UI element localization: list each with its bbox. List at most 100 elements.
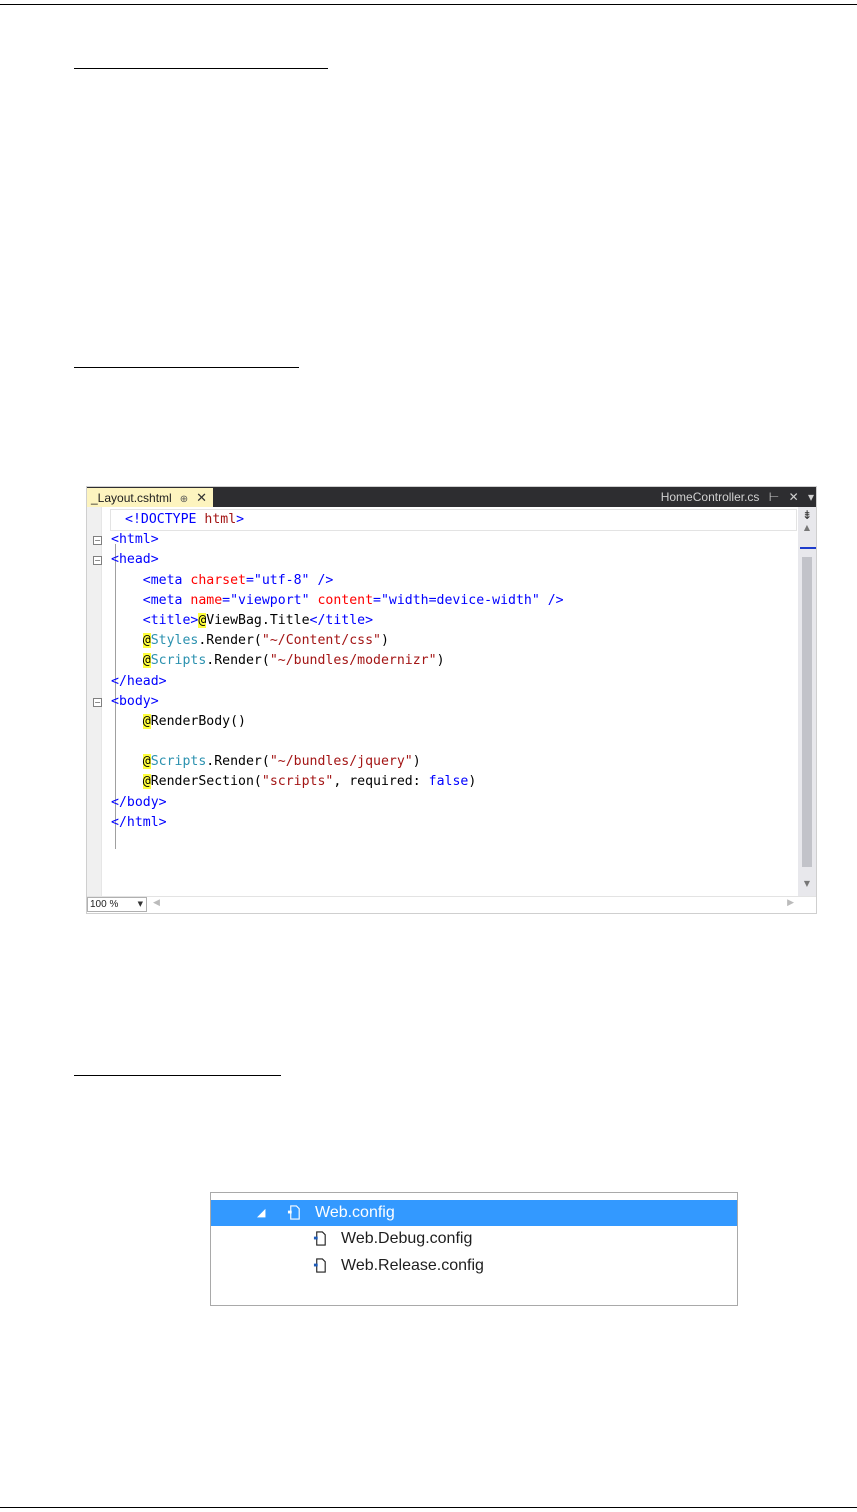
- code-line[interactable]: <title>@ViewBag.Title</title>: [111, 611, 796, 631]
- editor-status-bar: 100 % ▼ ◀ ▶: [87, 896, 816, 913]
- code-token: false: [428, 774, 469, 790]
- code-line[interactable]: @Styles.Render("~/Content/css"): [111, 631, 796, 651]
- code-line[interactable]: @RenderBody(): [111, 712, 796, 732]
- code-token: content: [317, 592, 374, 608]
- solution-explorer: ◢ Web.config Web.Debug.config Web.Release.c…: [210, 1192, 738, 1306]
- code-token: @: [142, 754, 151, 770]
- code-token: RenderBody(): [150, 713, 246, 729]
- tab-label: _Layout.cshtml: [91, 491, 172, 505]
- code-token: Styles: [150, 633, 199, 649]
- code-line[interactable]: − <html>: [93, 530, 796, 550]
- collapse-icon[interactable]: −: [93, 697, 102, 707]
- code-line[interactable]: <meta name="viewport" content="width=dev…: [111, 591, 796, 611]
- code-line[interactable]: − <body>: [93, 692, 796, 712]
- code-line[interactable]: </head>: [111, 672, 796, 692]
- code-line[interactable]: <meta charset="utf-8" />: [111, 571, 796, 591]
- code-token: .Render(: [198, 633, 262, 649]
- code-token: charset: [190, 572, 246, 588]
- code-text: </html>: [111, 813, 167, 833]
- code-token: >: [236, 512, 245, 527]
- top-rule: [0, 4, 857, 5]
- code-text: <head>: [111, 550, 159, 570]
- heading-underline-1: [74, 68, 328, 69]
- code-token: </title>: [309, 612, 374, 628]
- code-token: <head>: [111, 552, 159, 568]
- code-line[interactable]: @Scripts.Render("~/bundles/modernizr"): [111, 651, 796, 671]
- tab-label: HomeController.cs: [660, 490, 760, 504]
- config-file-icon: [313, 1231, 326, 1246]
- code-token: Scripts: [150, 754, 207, 770]
- tab-layout-cshtml[interactable]: _Layout.cshtml ⊕ ✕: [87, 488, 214, 507]
- code-line[interactable]: <!DOCTYPE html>: [110, 508, 797, 532]
- code-token: .Render(: [206, 653, 270, 669]
- solution-item-label: Web.Debug.config: [341, 1230, 473, 1247]
- collapse-icon[interactable]: −: [93, 536, 102, 546]
- zoom-select[interactable]: 100 % ▼: [87, 897, 147, 912]
- pin-icon[interactable]: ⊕: [180, 494, 188, 505]
- zoom-value: 100 %: [90, 899, 119, 910]
- code-token: </body>: [111, 794, 167, 810]
- expand-triangle-icon[interactable]: ◢: [257, 1200, 265, 1226]
- solution-item-label: Web.config: [315, 1204, 395, 1221]
- code-token: @: [142, 633, 151, 649]
- code-text: @RenderBody(): [111, 712, 246, 732]
- code-line[interactable]: @Scripts.Render("~/bundles/jquery"): [111, 752, 796, 772]
- scroll-thumb[interactable]: [802, 557, 812, 867]
- pin-icon[interactable]: ⊢: [769, 490, 779, 504]
- code-token: "~/bundles/modernizr": [269, 653, 437, 669]
- code-token: "~/Content/css": [261, 633, 381, 649]
- code-token: ="width=device-width" />: [373, 592, 564, 608]
- code-token: <title>: [111, 612, 199, 628]
- code-line[interactable]: </html>: [111, 813, 796, 833]
- code-text: <meta charset="utf-8" />: [111, 571, 334, 591]
- code-text: <meta name="viewport" content="width=dev…: [111, 591, 564, 611]
- code-area[interactable]: <!DOCTYPE html> − <html> − <head> <meta char…: [93, 508, 797, 898]
- code-token: ): [468, 774, 477, 790]
- chevron-down-icon[interactable]: ▼: [138, 898, 143, 911]
- code-token: <html>: [111, 532, 159, 548]
- code-line[interactable]: − <head>: [93, 550, 796, 570]
- scroll-down-icon[interactable]: ▼: [798, 879, 816, 888]
- scroll-left-icon[interactable]: ◀: [153, 898, 160, 908]
- code-token: ): [412, 754, 421, 770]
- tab-home-controller[interactable]: HomeController.cs ⊢ ✕ ▾: [655, 487, 814, 507]
- config-file-icon: [287, 1205, 300, 1220]
- vertical-scrollbar[interactable]: ⇟ ▲ ▼: [798, 507, 816, 898]
- code-line[interactable]: [111, 732, 796, 752]
- code-token: ="utf-8" />: [245, 572, 334, 588]
- scroll-up-icon[interactable]: ▲: [798, 523, 816, 532]
- code-editor: _Layout.cshtml ⊕ ✕ HomeController.cs ⊢ ✕ ▾…: [86, 486, 817, 914]
- code-token: ): [436, 653, 445, 669]
- code-token: <meta: [111, 572, 191, 588]
- code-token: </head>: [111, 673, 167, 689]
- scroll-right-icon[interactable]: ▶: [787, 898, 794, 908]
- collapse-icon[interactable]: −: [93, 556, 102, 566]
- solution-item[interactable]: ◢ Web.config: [211, 1200, 737, 1226]
- code-token: ViewBag.Title: [206, 612, 310, 628]
- tab-menu-chevron-down-icon[interactable]: ▾: [808, 490, 814, 504]
- solution-item[interactable]: Web.Release.config: [211, 1253, 737, 1279]
- code-line[interactable]: </body>: [111, 793, 796, 813]
- code-token: RenderSection(: [150, 774, 262, 790]
- code-token: <meta: [111, 592, 191, 608]
- caret-position-marker: [800, 547, 816, 549]
- solution-item[interactable]: Web.Debug.config: [211, 1226, 737, 1252]
- split-window-icon[interactable]: ⇟: [800, 509, 814, 521]
- code-token: @: [142, 713, 151, 729]
- code-token: ="viewport": [222, 592, 318, 608]
- code-token: "~/bundles/jquery": [269, 754, 413, 770]
- code-token: html: [204, 512, 237, 527]
- code-text: <html>: [111, 530, 159, 550]
- code-text: @RenderSection("scripts", required: fals…: [111, 772, 476, 792]
- close-icon[interactable]: ✕: [196, 490, 207, 505]
- code-text: @Styles.Render("~/Content/css"): [111, 631, 389, 651]
- code-text: <title>@ViewBag.Title</title>: [111, 611, 373, 631]
- close-icon[interactable]: ✕: [789, 490, 799, 504]
- code-token: @: [142, 653, 151, 669]
- code-line[interactable]: @RenderSection("scripts", required: fals…: [111, 772, 796, 792]
- code-token: "scripts": [261, 774, 334, 790]
- code-token: , required:: [333, 774, 429, 790]
